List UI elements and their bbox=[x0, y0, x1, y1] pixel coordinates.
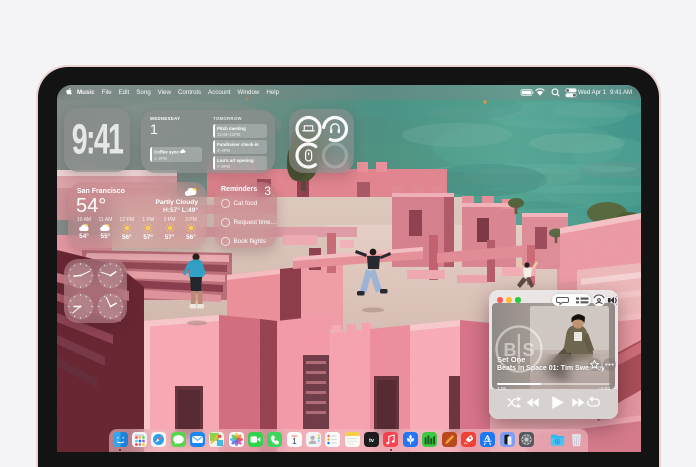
svg-text:1: 1 bbox=[292, 437, 297, 446]
svg-text:tv: tv bbox=[369, 438, 375, 444]
